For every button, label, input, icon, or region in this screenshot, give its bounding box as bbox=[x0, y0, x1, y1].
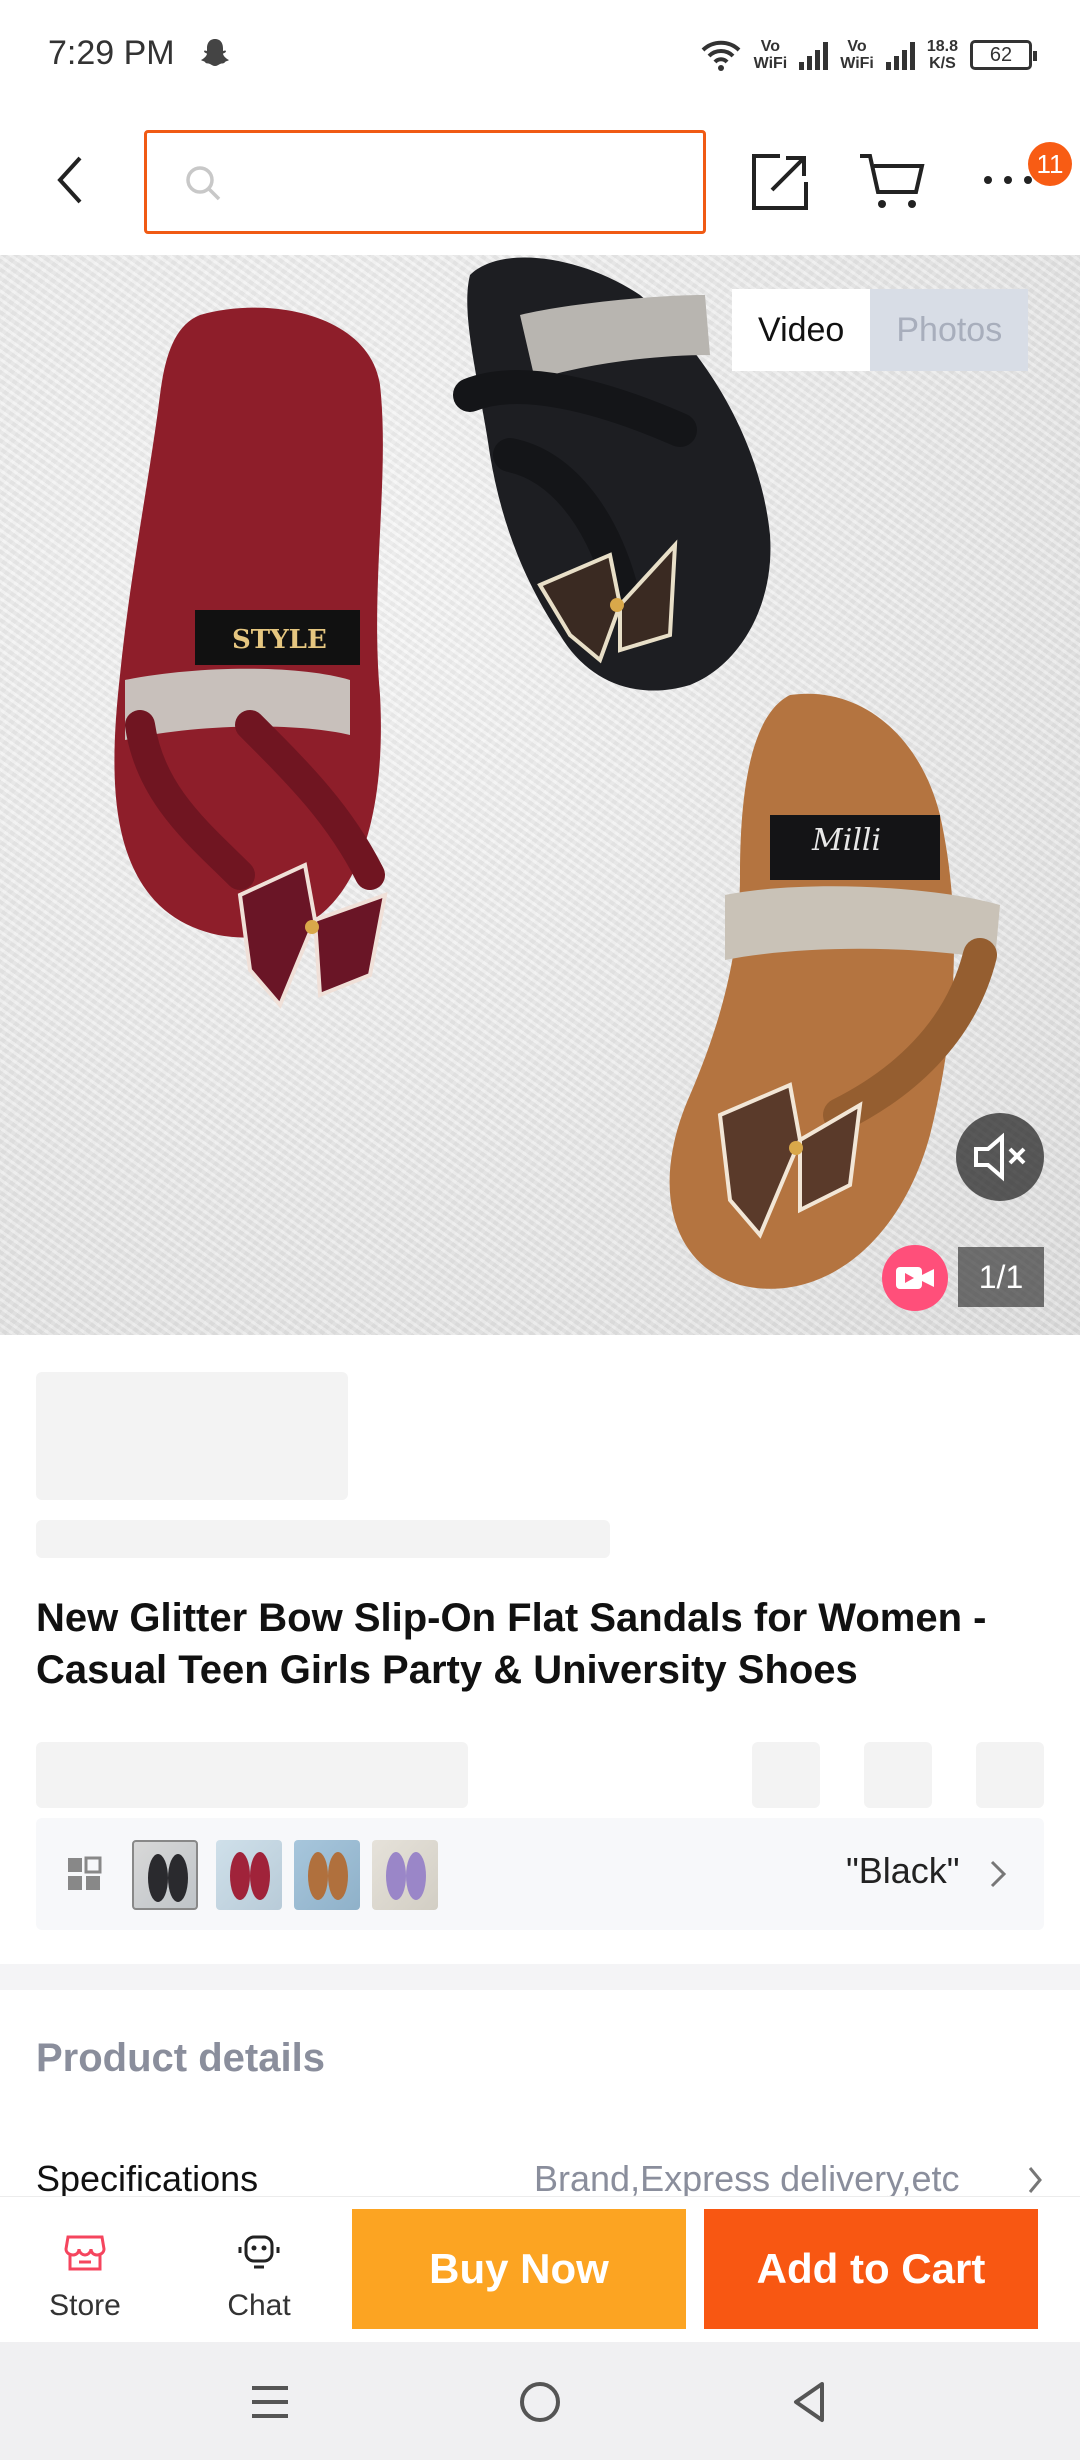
chat-label: Chat bbox=[227, 2289, 291, 2322]
wifi-icon bbox=[701, 40, 740, 71]
red-sandal: STYLE bbox=[114, 307, 388, 1009]
buy-now-button[interactable]: Buy Now bbox=[352, 2209, 686, 2329]
action-skeleton-1 bbox=[752, 1742, 820, 1808]
chat-button[interactable]: Chat bbox=[194, 2197, 324, 2343]
chevron-right-icon[interactable] bbox=[1026, 2164, 1046, 2196]
tan-sandal: Milli bbox=[669, 693, 1000, 1289]
cart-icon[interactable] bbox=[858, 150, 928, 214]
svg-text:STYLE: STYLE bbox=[232, 625, 327, 655]
chevron-right-icon bbox=[990, 1860, 1007, 1888]
sandal-thumbnail bbox=[386, 1852, 426, 1900]
specifications-value[interactable]: Brand,Express delivery,etc bbox=[534, 2158, 960, 2200]
store-icon bbox=[64, 2235, 106, 2271]
product-media[interactable]: STYLE Milli Video Photos 1/1 bbox=[0, 255, 1080, 1335]
snapchat-icon bbox=[201, 39, 229, 66]
search-box[interactable] bbox=[144, 130, 706, 234]
sandal-thumbnail bbox=[148, 1854, 188, 1902]
search-icon bbox=[186, 166, 221, 201]
search-input[interactable] bbox=[237, 153, 677, 213]
variant-thumb-black[interactable] bbox=[132, 1840, 198, 1910]
sandal-thumbnail bbox=[308, 1852, 348, 1900]
battery-icon: 62 bbox=[970, 40, 1037, 70]
mute-icon bbox=[974, 1132, 1026, 1182]
selected-variant-label: "Black" bbox=[846, 1850, 960, 1891]
top-header: 11 bbox=[0, 110, 1080, 255]
vowifi-label-2: Vo WiFi bbox=[840, 38, 874, 72]
back-button[interactable] bbox=[40, 150, 100, 210]
variant-selector[interactable]: "Black" bbox=[36, 1818, 1044, 1930]
signal-icon-2 bbox=[885, 40, 915, 70]
specifications-label[interactable]: Specifications bbox=[36, 2158, 258, 2200]
menu-icon[interactable] bbox=[244, 2376, 296, 2428]
status-time: 7:29 PM bbox=[48, 34, 175, 72]
price-skeleton bbox=[36, 1372, 348, 1500]
store-button[interactable]: Store bbox=[20, 2197, 150, 2343]
black-sandal bbox=[453, 257, 771, 691]
signal-icon bbox=[799, 40, 829, 70]
video-badge bbox=[882, 1245, 948, 1311]
media-counter: 1/1 bbox=[958, 1247, 1044, 1307]
variant-thumb-purple[interactable] bbox=[372, 1840, 438, 1910]
cart-count-badge: 11 bbox=[1028, 142, 1072, 186]
add-to-cart-button[interactable]: Add to Cart bbox=[704, 2209, 1038, 2329]
store-label: Store bbox=[49, 2289, 121, 2322]
system-navigation-bar bbox=[0, 2342, 1080, 2460]
share-icon[interactable] bbox=[748, 150, 812, 214]
action-skeleton-2 bbox=[864, 1742, 932, 1808]
video-camera-icon bbox=[896, 1267, 934, 1289]
tab-video[interactable]: Video bbox=[732, 289, 871, 371]
meta-skeleton bbox=[36, 1742, 468, 1808]
svg-text:Milli: Milli bbox=[811, 823, 881, 858]
mute-button[interactable] bbox=[956, 1113, 1044, 1201]
vowifi-label: Vo WiFi bbox=[753, 38, 788, 72]
section-divider bbox=[0, 1964, 1080, 1990]
sandal-thumbnail bbox=[230, 1852, 270, 1900]
chat-icon bbox=[238, 2235, 280, 2269]
chevron-left-icon bbox=[57, 156, 82, 204]
bottom-action-bar: Store Chat Buy Now Add to Cart bbox=[0, 2196, 1080, 2342]
variant-thumb-red[interactable] bbox=[216, 1840, 282, 1910]
back-triangle-icon[interactable] bbox=[784, 2376, 836, 2428]
variant-thumb-tan[interactable] bbox=[294, 1840, 360, 1910]
status-bar: 7:29 PM Vo WiFi Vo WiFi 18.8 K/S 62 bbox=[0, 0, 1080, 110]
product-details-heading: Product details bbox=[36, 2036, 325, 2080]
network-speed: 18.8 K/S bbox=[926, 38, 958, 72]
action-skeleton-3 bbox=[976, 1742, 1044, 1808]
subtitle-skeleton bbox=[36, 1520, 610, 1558]
product-title: New Glitter Bow Slip-On Flat Sandals for… bbox=[36, 1596, 987, 1692]
home-icon[interactable] bbox=[514, 2376, 566, 2428]
product-image: STYLE Milli bbox=[114, 257, 1000, 1289]
tab-photos[interactable]: Photos bbox=[870, 289, 1029, 371]
status-indicators: Vo WiFi Vo WiFi 18.8 K/S 62 bbox=[700, 30, 1037, 80]
media-tabs: Video Photos bbox=[732, 289, 1029, 371]
grid-icon bbox=[68, 1856, 102, 1890]
